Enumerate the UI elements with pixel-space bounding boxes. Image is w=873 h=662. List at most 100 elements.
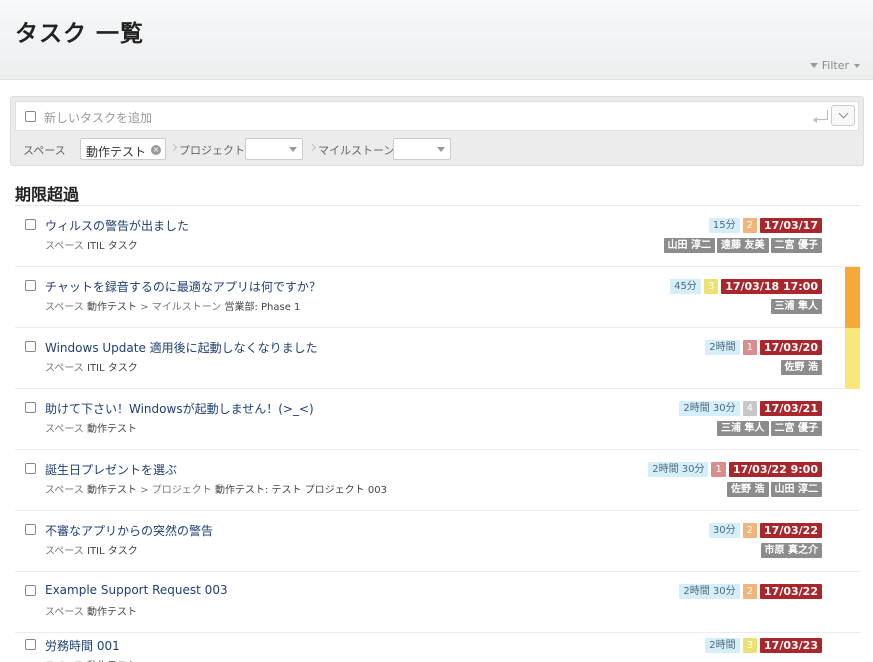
meta-space-label: スペース: [45, 241, 84, 252]
milestone-select[interactable]: [393, 138, 451, 160]
priority-badge: 3: [703, 279, 719, 294]
section-title: 期限超過: [15, 185, 80, 204]
task-checkbox[interactable]: [25, 280, 36, 291]
task-checkbox[interactable]: [25, 402, 36, 413]
assignee-badge[interactable]: 二宮 優子: [770, 421, 822, 436]
assignee-badge[interactable]: 市原 真之介: [760, 543, 822, 558]
meta-space-value[interactable]: 動作テスト: [87, 607, 137, 618]
task-badges: 2時間 30分 2 17/03/22: [679, 584, 822, 599]
due-date-badge: 17/03/22: [760, 584, 822, 599]
task-row[interactable]: 誕生日プレゼントを選ぶスペース 動作テスト > プロジェクト 動作テスト: テス…: [15, 450, 860, 511]
task-row[interactable]: 労務時間 001 スペース 動作テスト 2時間317/03/23: [15, 626, 860, 662]
task-title[interactable]: 誕生日プレゼントを選ぶ: [45, 461, 177, 478]
due-date-badge: 17/03/18 17:00: [721, 279, 822, 294]
enter-icon[interactable]: [813, 110, 828, 123]
time-estimate-badge: 2時間: [705, 638, 740, 653]
meta-space-value[interactable]: 動作テスト: [87, 485, 137, 496]
task-badges: 2時間 1 17/03/20: [705, 340, 822, 355]
task-badges: 2時間 30分 4 17/03/21: [679, 401, 822, 416]
assignee-badge[interactable]: 山田 淳二: [770, 482, 822, 497]
task-checkbox[interactable]: [25, 524, 36, 535]
task-meta: スペース ITIL タスク: [45, 542, 138, 557]
assignee-badge[interactable]: 遠藤 友美: [717, 238, 769, 253]
task-title[interactable]: 助けて下さい！Windowsが起動しません！(>_<): [45, 400, 314, 417]
task-title[interactable]: Windows Update 適用後に起動しなくなりました: [45, 339, 318, 356]
task-checkbox[interactable]: [25, 639, 36, 650]
project-select[interactable]: [245, 138, 303, 160]
assignee-badge[interactable]: 三浦 隼人: [717, 421, 769, 436]
add-task-panel: 新しいタスクを追加 スペース 動作テスト × プロジェクト マイルストーン: [10, 96, 864, 166]
space-filter-value: 動作テスト: [86, 145, 147, 159]
priority-badge: 2: [742, 584, 758, 599]
assignee-list: 三浦 隼人: [770, 299, 822, 314]
assignee-badge[interactable]: 三浦 隼人: [770, 299, 822, 314]
priority-badge: 1: [742, 340, 758, 355]
task-row[interactable]: ウィルスの警告が出ましたスペース ITIL タスク 15分 2 17/03/17 山田 …: [15, 206, 860, 267]
task-checkbox[interactable]: [25, 585, 36, 596]
dropdown-arrow-icon: [289, 147, 297, 152]
project-filter-label: プロジェクト: [179, 144, 245, 157]
add-task-row[interactable]: 新しいタスクを追加: [15, 101, 859, 131]
task-row[interactable]: 助けて下さい！Windowsが起動しません！(>_<) スペース 動作テスト 2時間…: [15, 389, 860, 450]
add-task-checkbox[interactable]: [25, 111, 36, 122]
page-header: タスク 一覧 Filter: [0, 0, 873, 80]
task-row[interactable]: チャットを録音するのに最適なアプリは何ですか？ スペース 動作テスト > マイルス…: [15, 267, 860, 328]
meta-space-value[interactable]: ITIL タスク: [87, 363, 138, 374]
task-meta: スペース 動作テスト > プロジェクト 動作テスト: テスト プロジェクト 00…: [45, 481, 387, 496]
due-date-badge: 17/03/20: [760, 340, 822, 355]
meta-second-value[interactable]: 営業部: Phase 1: [224, 302, 300, 313]
assignee-badge[interactable]: 山田 淳二: [663, 238, 716, 253]
task-title[interactable]: 労務時間 001: [45, 637, 120, 654]
task-meta: スペース 動作テスト > マイルストーン 営業部: Phase 1: [45, 298, 300, 313]
task-badges: 2時間 3 17/03/23: [705, 638, 822, 653]
time-estimate-badge: 15分: [708, 218, 740, 233]
task-meta: スペース 動作テスト: [45, 657, 137, 662]
milestone-filter-label: マイルストーン: [318, 144, 395, 157]
task-checkbox[interactable]: [25, 341, 36, 352]
due-date-badge: 17/03/23: [760, 638, 822, 653]
assignee-list: 佐野 浩: [780, 360, 822, 375]
meta-separator: >: [140, 302, 149, 313]
task-row[interactable]: 不審なアプリからの突然の警告 スペース ITIL タスク 30分 2 17/03/22 市…: [15, 511, 860, 572]
meta-space-value[interactable]: 動作テスト: [87, 424, 137, 435]
space-filter-chip[interactable]: 動作テスト ×: [80, 138, 166, 160]
task-row[interactable]: Windows Update 適用後に起動しなくなりました スペース ITIL タ…: [15, 328, 860, 389]
meta-second-label: マイルストーン: [151, 302, 222, 313]
meta-space-value[interactable]: 動作テスト: [87, 302, 137, 313]
task-badges: 15分 2 17/03/17: [708, 218, 822, 233]
priority-badge: 1: [711, 462, 726, 477]
remove-chip-icon[interactable]: ×: [151, 145, 161, 155]
space-filter-label: スペース: [23, 144, 66, 157]
assignee-list: 山田 淳二 遠藤 友美 二宮 優子: [663, 238, 822, 253]
task-title[interactable]: ウィルスの警告が出ました: [45, 217, 189, 234]
expand-button[interactable]: [831, 105, 855, 126]
task-meta: スペース 動作テスト: [45, 420, 137, 435]
status-strip: [845, 267, 860, 328]
due-date-badge: 17/03/22 9:00: [728, 462, 822, 477]
assignee-badge[interactable]: 二宮 優子: [770, 238, 822, 253]
time-estimate-badge: 2時間 30分: [679, 584, 740, 599]
meta-space-label: スペース: [45, 546, 84, 557]
chevron-right-icon: [308, 143, 317, 152]
task-checkbox[interactable]: [25, 463, 36, 474]
meta-space-value[interactable]: ITIL タスク: [87, 546, 138, 557]
due-date-badge: 17/03/17: [760, 218, 822, 233]
time-estimate-badge: 30分: [708, 523, 740, 538]
page-title: タスク 一覧: [15, 21, 145, 47]
chevron-down-icon: [838, 108, 849, 119]
task-title[interactable]: Example Support Request 003: [45, 583, 228, 597]
filter-button[interactable]: Filter: [809, 59, 860, 72]
meta-space-value[interactable]: ITIL タスク: [87, 241, 138, 252]
task-badges: 30分 2 17/03/22: [708, 523, 822, 538]
task-title[interactable]: 不審なアプリからの突然の警告: [45, 522, 213, 539]
priority-badge: 2: [742, 218, 758, 233]
task-row[interactable]: Example Support Request 003 スペース 動作テスト 2時間…: [15, 572, 860, 633]
add-task-input[interactable]: 新しいタスクを追加: [44, 109, 152, 126]
assignee-badge[interactable]: 佐野 浩: [727, 482, 769, 497]
task-title[interactable]: チャットを録音するのに最適なアプリは何ですか？: [45, 278, 321, 295]
assignee-list: 佐野 浩山田 淳二: [727, 482, 822, 497]
filter-row: スペース 動作テスト × プロジェクト マイルストーン: [23, 138, 843, 162]
task-checkbox[interactable]: [25, 219, 36, 230]
assignee-badge[interactable]: 佐野 浩: [780, 360, 822, 375]
meta-second-value[interactable]: 動作テスト: テスト プロジェクト 003: [215, 485, 387, 496]
